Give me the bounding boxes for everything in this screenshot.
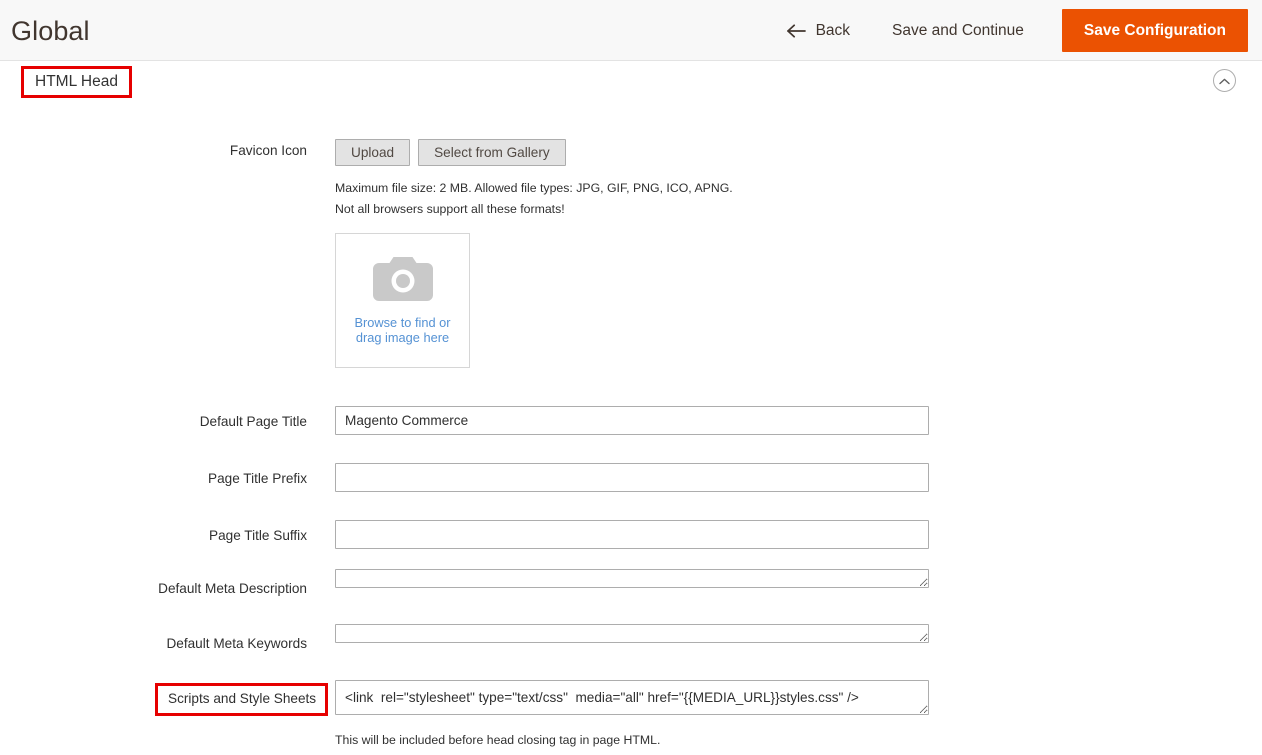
favicon-button-group: Upload Select from Gallery	[335, 139, 733, 166]
section-title: HTML Head	[35, 73, 118, 90]
page-title-suffix-input[interactable]	[335, 520, 929, 549]
page-title-prefix-label: Page Title Prefix	[208, 471, 307, 486]
favicon-label: Favicon Icon	[229, 143, 307, 158]
save-configuration-button[interactable]: Save Configuration	[1061, 9, 1248, 52]
back-button[interactable]: Back	[771, 16, 866, 46]
favicon-note-line-2: Not all browsers support all these forma…	[335, 202, 565, 216]
section-title-highlight: HTML Head	[21, 66, 132, 98]
section-header-html-head[interactable]: HTML Head	[0, 61, 1262, 103]
default-page-title-input[interactable]	[335, 406, 929, 435]
back-button-label: Back	[815, 21, 851, 39]
favicon-note-line-1: Maximum file size: 2 MB. Allowed file ty…	[335, 181, 733, 195]
header-actions: Back Save and Continue Save Configuratio…	[771, 0, 1262, 61]
page-title: Global	[11, 16, 90, 46]
favicon-field: Upload Select from Gallery Maximum file …	[335, 139, 733, 368]
default-meta-description-label: Default Meta Description	[158, 581, 307, 596]
dropzone-text[interactable]: Browse to find or drag image here	[354, 315, 450, 345]
camera-icon	[372, 256, 433, 306]
page-title-prefix-input[interactable]	[335, 463, 929, 492]
favicon-dropzone[interactable]: Browse to find or drag image here	[335, 233, 470, 368]
page-title-suffix-label: Page Title Suffix	[209, 528, 307, 543]
save-and-continue-button[interactable]: Save and Continue	[878, 16, 1038, 46]
dropzone-text-line-1: Browse to find or	[354, 314, 451, 330]
dropzone-text-line-2: drag image here	[355, 329, 450, 345]
scripts-and-style-sheets-help: This will be included before head closin…	[335, 733, 661, 747]
chevron-up-circle-icon	[1219, 73, 1230, 88]
default-meta-keywords-label: Default Meta Keywords	[166, 636, 307, 651]
scripts-and-style-sheets-label: Scripts and Style Sheets	[168, 691, 317, 706]
arrow-left-icon	[786, 23, 806, 38]
page-header: Global Back Save and Continue Save Confi…	[0, 0, 1262, 61]
default-meta-description-textarea[interactable]	[335, 569, 929, 588]
select-from-gallery-button[interactable]: Select from Gallery	[418, 139, 566, 166]
scripts-and-style-sheets-label-highlight: Scripts and Style Sheets	[155, 683, 329, 716]
default-meta-keywords-textarea[interactable]	[335, 624, 929, 643]
scripts-and-style-sheets-textarea[interactable]	[335, 680, 929, 715]
section-collapse-toggle[interactable]	[1213, 69, 1236, 92]
upload-button[interactable]: Upload	[335, 139, 411, 166]
default-page-title-label: Default Page Title	[199, 414, 307, 429]
